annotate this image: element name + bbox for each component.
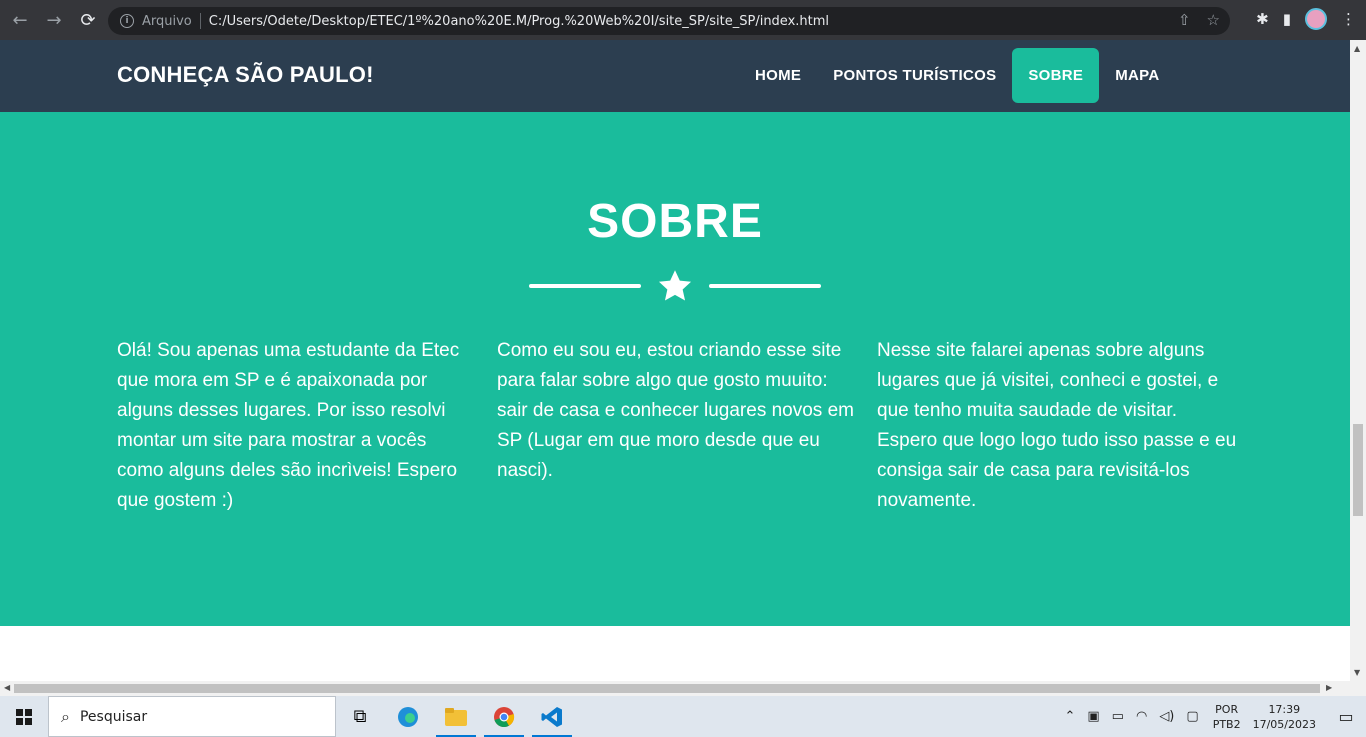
- search-icon: ⌕: [61, 706, 70, 726]
- volume-icon[interactable]: ◁): [1159, 709, 1174, 724]
- about-paragraph-2: Como eu sou eu, estou criando esse site …: [497, 340, 854, 481]
- security-label: Arquivo: [142, 13, 192, 29]
- defender-icon[interactable]: ▣: [1087, 709, 1099, 724]
- task-view-icon: ⧉: [353, 706, 367, 727]
- edge-button[interactable]: [384, 696, 432, 737]
- address-separator: [199, 13, 201, 29]
- section-title: SOBRE: [587, 195, 763, 248]
- reload-icon: ⟳: [80, 9, 96, 31]
- reload-button[interactable]: ⟳: [74, 6, 102, 34]
- browser-toolbar: ← → ⟳ i Arquivo C:/Users/Odete/Desktop/E…: [0, 0, 1366, 40]
- scroll-down-icon[interactable]: ▼: [1354, 668, 1360, 677]
- vscode-icon: [541, 706, 562, 727]
- windows-logo-icon: [16, 708, 32, 725]
- back-icon: ←: [12, 9, 28, 31]
- site-brand[interactable]: CONHEÇA SÃO PAULO!: [117, 62, 374, 88]
- about-paragraph-1: Olá! Sou apenas uma estudante da Etec qu…: [117, 340, 460, 511]
- battery-icon[interactable]: ▭: [1112, 709, 1124, 724]
- scroll-right-icon[interactable]: ▶: [1326, 683, 1332, 692]
- language-indicator[interactable]: POR PTB2: [1213, 702, 1241, 732]
- wifi-icon[interactable]: ◠: [1136, 709, 1147, 724]
- back-button[interactable]: ←: [6, 6, 34, 34]
- windows-taskbar: ⌕ Pesquisar ⧉ ⌃ ▣ ▭ ◠ ◁) ▢ POR PTB2 17:3…: [0, 696, 1366, 737]
- vscode-button[interactable]: [528, 696, 576, 737]
- profile-avatar[interactable]: [1305, 8, 1327, 30]
- vertical-scroll-thumb[interactable]: [1353, 424, 1363, 516]
- address-bar[interactable]: i Arquivo C:/Users/Odete/Desktop/ETEC/1º…: [108, 7, 1230, 35]
- notification-center-icon[interactable]: ▭: [1326, 707, 1366, 726]
- file-explorer-button[interactable]: [432, 696, 480, 737]
- clock-time: 17:39: [1268, 702, 1301, 716]
- divider-line-right: [709, 284, 821, 288]
- about-paragraph-3: Nesse site falarei apenas sobre alguns l…: [877, 340, 1237, 511]
- nav-pontos-turisticos[interactable]: PONTOS TURÍSTICOS: [817, 48, 1012, 103]
- task-view-button[interactable]: ⧉: [336, 696, 384, 737]
- taskbar-search[interactable]: ⌕ Pesquisar: [48, 696, 336, 737]
- chrome-button[interactable]: [480, 696, 528, 737]
- extensions-icon[interactable]: ✱: [1256, 10, 1269, 28]
- horizontal-scrollbar[interactable]: ◀ ▶: [0, 681, 1366, 696]
- about-section: SOBRE Olá! Sou apenas uma estudante da E…: [0, 112, 1350, 626]
- taskbar-clock[interactable]: 17:39 17/05/2023: [1253, 702, 1316, 732]
- show-hidden-icons-icon[interactable]: ⌃: [1064, 709, 1075, 724]
- site-menu: HOME PONTOS TURÍSTICOS SOBRE MAPA: [739, 48, 1175, 103]
- title-divider: [529, 268, 821, 304]
- url-text[interactable]: C:/Users/Odete/Desktop/ETEC/1º%20ano%20E…: [209, 14, 829, 29]
- vertical-scrollbar[interactable]: ▲ ▼: [1350, 40, 1366, 681]
- search-placeholder: Pesquisar: [79, 708, 148, 725]
- clock-date: 17/05/2023: [1252, 717, 1316, 731]
- side-panel-icon[interactable]: ▮: [1283, 10, 1291, 28]
- edge-icon: [398, 706, 418, 727]
- forward-button[interactable]: →: [40, 6, 68, 34]
- forward-icon: →: [46, 9, 62, 31]
- site-navbar: CONHEÇA SÃO PAULO! HOME PONTOS TURÍSTICO…: [0, 40, 1350, 112]
- browser-menu-icon[interactable]: ⋮: [1341, 10, 1356, 28]
- nav-mapa[interactable]: MAPA: [1099, 48, 1175, 103]
- chrome-icon: [494, 706, 515, 727]
- language-code: POR: [1215, 702, 1239, 716]
- divider-line-left: [529, 284, 641, 288]
- nav-sobre[interactable]: SOBRE: [1012, 48, 1100, 103]
- start-button[interactable]: [0, 696, 48, 737]
- info-icon[interactable]: i: [120, 14, 134, 28]
- horizontal-scroll-thumb[interactable]: [14, 684, 1320, 693]
- bookmark-star-icon[interactable]: ☆: [1207, 11, 1220, 29]
- star-icon: [658, 270, 692, 301]
- scroll-up-icon[interactable]: ▲: [1354, 44, 1360, 53]
- share-icon[interactable]: ⇧: [1178, 11, 1191, 29]
- scroll-left-icon[interactable]: ◀: [4, 683, 10, 692]
- nav-home[interactable]: HOME: [739, 48, 817, 103]
- meet-now-icon[interactable]: ▢: [1186, 709, 1198, 724]
- folder-icon: [445, 707, 467, 726]
- system-tray: ⌃ ▣ ▭ ◠ ◁) ▢ POR PTB2 17:39 17/05/2023 ▭: [1058, 696, 1366, 737]
- keyboard-layout: PTB2: [1212, 717, 1241, 731]
